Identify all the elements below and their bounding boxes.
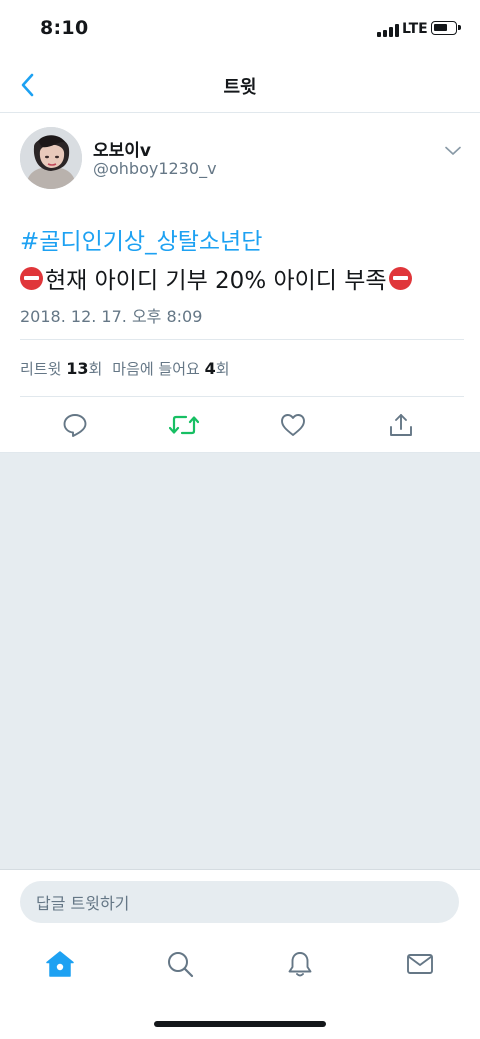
home-icon bbox=[46, 951, 74, 977]
tab-search[interactable] bbox=[163, 947, 197, 981]
share-button[interactable] bbox=[385, 409, 417, 441]
retweets-suffix: 회 bbox=[88, 360, 103, 378]
retweets-count: 13 bbox=[66, 359, 89, 378]
tab-notifications[interactable] bbox=[283, 947, 317, 981]
tweet-text: 현재 아이디 기부 20% 아이디 부족 bbox=[20, 261, 412, 295]
no-entry-icon bbox=[388, 266, 412, 290]
divider bbox=[20, 396, 464, 397]
tweet-detail: 오보이v @ohboy1230_v #골디인기상_상탈소년단 현재 아이디 기부… bbox=[0, 113, 480, 453]
likes-stat[interactable]: 마음에 들어요 4회 bbox=[112, 358, 229, 379]
tab-messages[interactable] bbox=[403, 947, 437, 981]
search-icon bbox=[168, 952, 194, 978]
nav-bar: 트윗 bbox=[0, 58, 480, 113]
share-icon bbox=[390, 414, 412, 436]
hashtag-link[interactable]: #골디인기상_상탈소년단 bbox=[20, 222, 262, 256]
tab-home[interactable] bbox=[43, 947, 77, 981]
likes-count: 4 bbox=[204, 359, 216, 378]
display-name[interactable]: 오보이v bbox=[93, 136, 151, 161]
more-options-button[interactable] bbox=[441, 139, 465, 163]
timestamp: 2018. 12. 17. 오후 8:09 bbox=[20, 307, 203, 326]
divider bbox=[20, 339, 464, 340]
likes-suffix: 회 bbox=[215, 360, 230, 378]
like-button[interactable] bbox=[277, 409, 309, 441]
retweet-icon bbox=[169, 415, 199, 435]
home-indicator bbox=[154, 1021, 326, 1027]
avatar[interactable] bbox=[20, 127, 82, 189]
tweet-actions bbox=[0, 405, 480, 445]
battery-icon bbox=[431, 21, 461, 35]
tweet-stats: 리트윗 13회 마음에 들어요 4회 bbox=[20, 358, 230, 379]
no-entry-icon bbox=[20, 266, 43, 290]
retweets-label: 리트윗 bbox=[20, 360, 62, 378]
replies-area bbox=[0, 453, 480, 869]
signal-icon bbox=[377, 24, 399, 37]
reply-icon bbox=[63, 414, 87, 437]
mail-icon bbox=[407, 954, 433, 974]
retweet-button[interactable] bbox=[168, 409, 200, 441]
retweets-stat[interactable]: 리트윗 13회 bbox=[20, 358, 102, 379]
status-time: 8:10 bbox=[40, 17, 89, 39]
heart-icon bbox=[281, 414, 305, 436]
reply-input[interactable]: 답글 트윗하기 bbox=[20, 881, 459, 923]
tweet-body: 현재 아이디 기부 20% 아이디 부족 bbox=[45, 268, 387, 294]
network-label: LTE bbox=[402, 21, 428, 37]
avatar-image bbox=[20, 127, 82, 189]
likes-label: 마음에 들어요 bbox=[112, 360, 200, 378]
reply-bar: 답글 트윗하기 bbox=[0, 869, 480, 933]
user-handle[interactable]: @ohboy1230_v bbox=[93, 159, 217, 178]
tab-bar bbox=[0, 933, 480, 1039]
reply-button[interactable] bbox=[59, 409, 91, 441]
bell-icon bbox=[288, 952, 312, 977]
status-bar: 8:10 LTE bbox=[0, 0, 480, 58]
chevron-down-icon bbox=[445, 146, 461, 155]
page-title: 트윗 bbox=[223, 77, 257, 98]
